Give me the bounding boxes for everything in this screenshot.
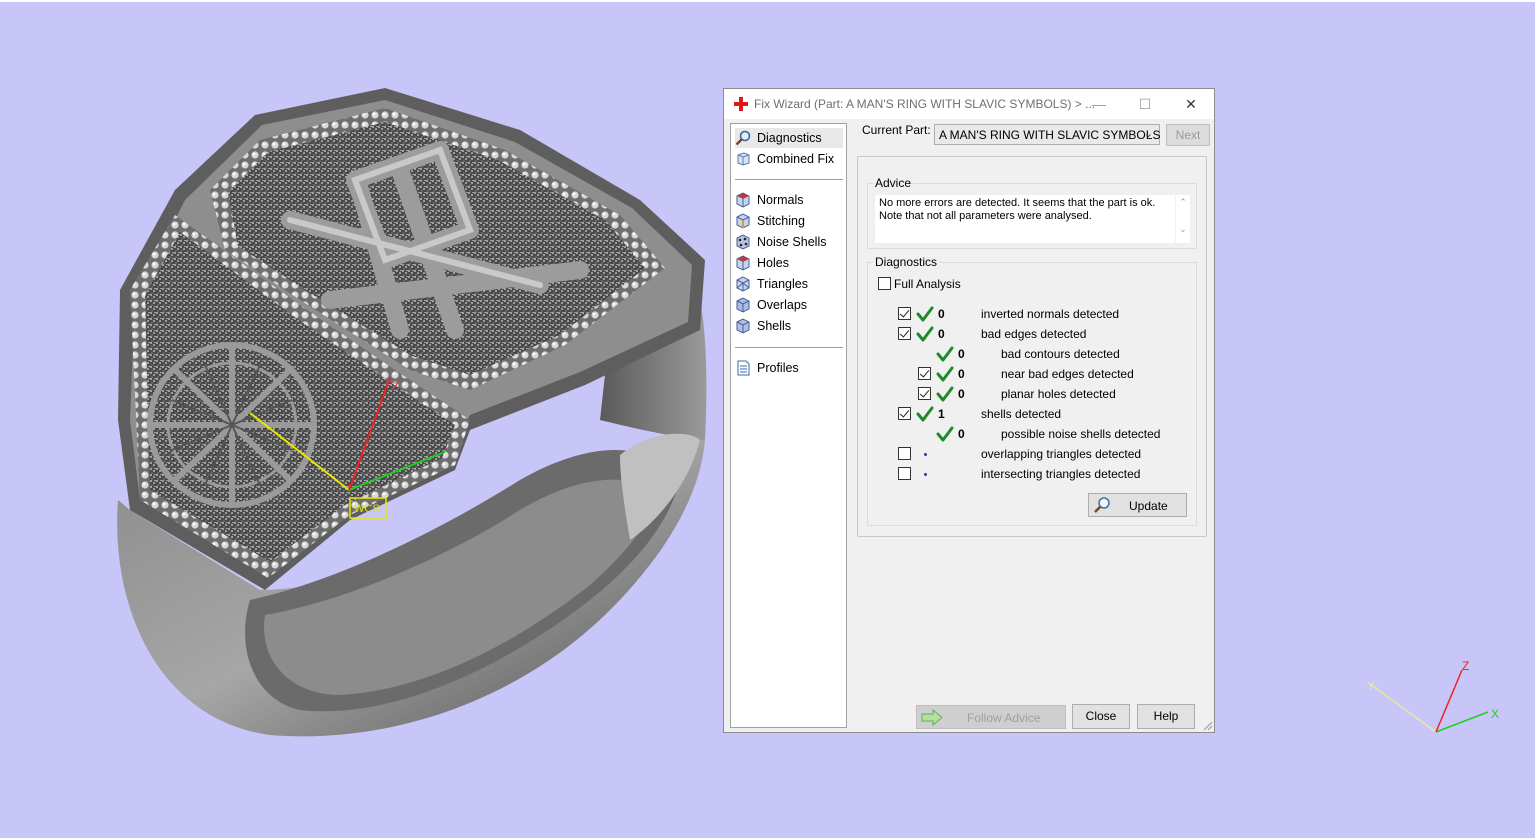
advice-scrollbar[interactable]: ⌃ ⌄ — [1176, 195, 1190, 243]
diagnostic-count: 0 — [958, 427, 965, 441]
green-check-icon — [936, 346, 954, 362]
diagnostic-count: 0 — [938, 307, 945, 321]
follow-advice-button[interactable]: Follow Advice — [916, 705, 1066, 729]
diagnostic-count: 0 — [958, 387, 965, 401]
close-button[interactable]: Close — [1072, 704, 1130, 729]
nav-item-normals[interactable]: Normals — [735, 190, 843, 210]
advice-title: Advice — [873, 176, 914, 190]
diagnostic-checkbox[interactable] — [898, 327, 911, 340]
dialog-title: Fix Wizard (Part: A MAN'S RING WITH SLAV… — [754, 97, 1096, 111]
arrow-right-icon — [921, 709, 943, 726]
nav-item-triangles[interactable]: Triangles — [735, 274, 843, 294]
nav-item-noise-shells[interactable]: Noise Shells — [735, 232, 843, 252]
scroll-down-icon[interactable]: ⌄ — [1176, 224, 1190, 235]
corner-axis-indicator: Y X Z — [1367, 659, 1499, 733]
diagnostic-count: 0 — [958, 367, 965, 381]
maximize-button[interactable]: ☐ — [1122, 89, 1168, 119]
red-cross-icon — [734, 97, 748, 111]
normals-cube-icon — [736, 192, 750, 208]
chevron-down-icon: ⌄ — [1143, 128, 1153, 140]
update-button[interactable]: Update — [1088, 493, 1187, 517]
minimize-button[interactable]: — — [1076, 89, 1122, 119]
nav-item-diagnostics[interactable]: Diagnostics — [735, 128, 843, 148]
full-analysis-label: Full Analysis — [894, 277, 961, 291]
update-button-label: Update — [1129, 499, 1168, 513]
follow-advice-label: Follow Advice — [967, 711, 1041, 725]
advice-line-2: Note that not all parameters were analys… — [879, 210, 1092, 222]
pending-dot-icon — [924, 453, 927, 456]
help-button[interactable]: Help — [1137, 704, 1195, 729]
diagnostic-label: inverted normals detected — [981, 307, 1120, 321]
green-check-icon — [916, 406, 934, 422]
diagnostic-count: 1 — [938, 407, 945, 421]
corner-axis-y-label: Y — [1367, 679, 1375, 693]
diagnostic-label: bad contours detected — [1001, 347, 1120, 361]
diagnostic-checkbox[interactable] — [918, 387, 931, 400]
fix-wizard-dialog[interactable]: Fix Wizard (Part: A MAN'S RING WITH SLAV… — [723, 88, 1215, 733]
diagnostic-label: intersecting triangles detected — [981, 467, 1141, 481]
nav-item-stitching[interactable]: Stitching — [735, 211, 843, 231]
nav-item-shells[interactable]: Shells — [735, 316, 843, 336]
diagnostic-label: shells detected — [981, 407, 1062, 421]
scroll-up-icon[interactable]: ⌃ — [1176, 197, 1190, 208]
nav-item-overlaps[interactable]: Overlaps — [735, 295, 843, 315]
holes-cube-icon — [736, 255, 750, 271]
diagnostic-label: near bad edges detected — [1001, 367, 1134, 381]
diagnostic-checkbox[interactable] — [898, 447, 911, 460]
nav-separator — [735, 347, 843, 348]
ring-model[interactable] — [117, 88, 707, 737]
green-check-icon — [936, 386, 954, 402]
local-axis-z-label: Z — [392, 381, 399, 393]
magnifier-icon — [735, 130, 751, 146]
advice-line-1: No more errors are detected. It seems th… — [879, 197, 1156, 209]
diagnostic-checkbox[interactable] — [918, 367, 931, 380]
overlaps-cube-icon — [736, 297, 750, 313]
diagnostic-label: bad edges detected — [981, 327, 1087, 341]
green-check-icon — [936, 426, 954, 442]
diagnostic-checkbox[interactable] — [898, 467, 911, 480]
advice-text: No more errors are detected. It seems th… — [875, 195, 1175, 243]
diagnostic-label: planar holes detected — [1001, 387, 1116, 401]
corner-axis-x-label: X — [1491, 707, 1499, 721]
diagnostic-label: overlapping triangles detected — [981, 447, 1142, 461]
dialog-titlebar[interactable]: Fix Wizard (Part: A MAN'S RING WITH SLAV… — [724, 89, 1214, 119]
corner-axis-z-label: Z — [1462, 659, 1469, 673]
nav-item-combined-fix[interactable]: Combined Fix — [735, 149, 843, 169]
profiles-document-icon — [737, 360, 750, 376]
green-check-icon — [916, 306, 934, 322]
triangles-cube-icon — [736, 276, 750, 292]
nav-item-holes[interactable]: Holes — [735, 253, 843, 273]
full-analysis-checkbox[interactable] — [878, 277, 891, 290]
nav-item-profiles[interactable]: Profiles — [735, 358, 843, 378]
shells-cube-icon — [736, 318, 750, 334]
magnifier-icon — [1094, 497, 1110, 513]
wizard-nav-panel[interactable]: Diagnostics Combined Fix Normals Stitchi… — [730, 123, 847, 728]
next-button[interactable]: Next — [1166, 124, 1210, 146]
noise-shells-icon — [736, 234, 750, 250]
diagnostics-title: Diagnostics — [873, 255, 940, 269]
current-part-value: A MAN'S RING WITH SLAVIC SYMBOLS — [939, 128, 1161, 142]
diagnostic-checkbox[interactable] — [898, 407, 911, 420]
current-part-label: Current Part: — [862, 123, 931, 137]
diagnostic-count: 0 — [938, 327, 945, 341]
green-check-icon — [936, 366, 954, 382]
current-part-dropdown[interactable]: A MAN'S RING WITH SLAVIC SYMBOLS ⌄ — [934, 124, 1160, 145]
pending-dot-icon — [924, 473, 927, 476]
green-check-icon — [916, 326, 934, 342]
combined-fix-icon — [737, 152, 750, 166]
resize-grip-icon[interactable] — [1203, 721, 1213, 731]
close-window-button[interactable]: ✕ — [1168, 89, 1214, 119]
wcs-label: WCS — [354, 503, 380, 515]
stitching-cube-icon — [736, 213, 750, 229]
diagnostic-count: 0 — [958, 347, 965, 361]
diagnostic-checkbox[interactable] — [898, 307, 911, 320]
diagnostic-label: possible noise shells detected — [1001, 427, 1161, 441]
nav-separator — [735, 179, 843, 180]
